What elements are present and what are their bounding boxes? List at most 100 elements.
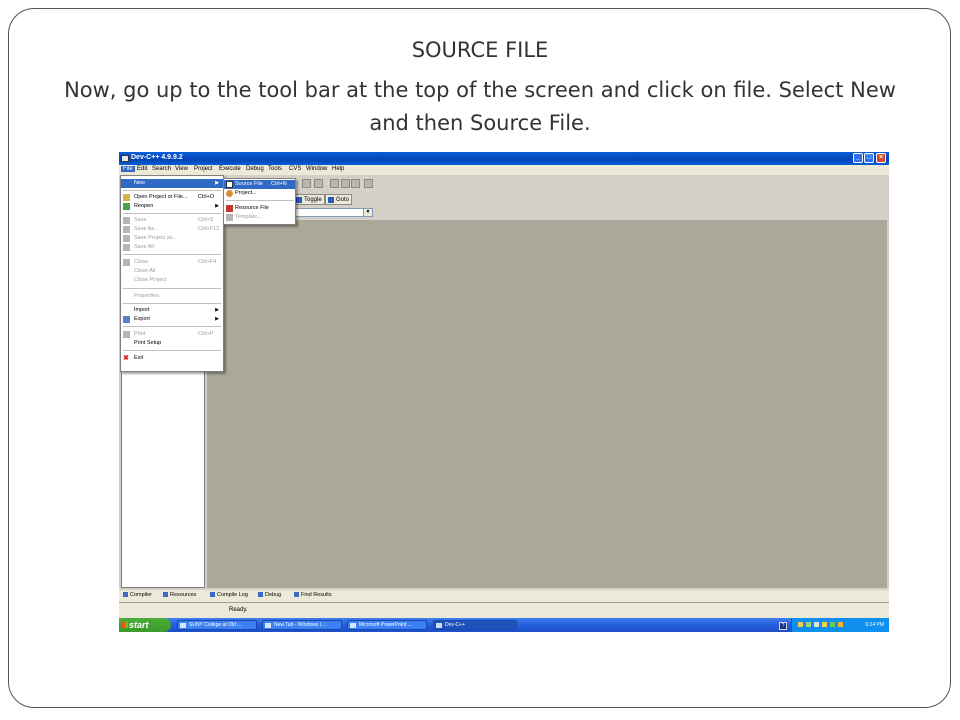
menu-edit[interactable]: Edit [137,166,147,172]
save-as-icon [123,226,130,233]
menu-item-close-all[interactable]: Close All [121,267,223,276]
menu-separator [123,288,221,289]
tab-compiler[interactable]: Compiler [123,592,152,598]
close-file-icon [123,259,130,266]
menu-item-export[interactable]: Export ▶ [121,315,223,324]
menu-item-save[interactable]: Save Ctrl+S [121,216,223,225]
menu-item-print[interactable]: Print Ctrl+P [121,330,223,339]
system-tray: 6:24 PM [791,618,889,632]
toolbar-icon-5[interactable] [351,179,360,188]
start-button[interactable]: start [119,618,171,632]
toolbar-icon-6[interactable] [364,179,373,188]
tray-icon-5[interactable] [830,622,835,627]
menu-separator [123,213,221,214]
template-icon [226,214,233,221]
help-icon[interactable]: ? [779,622,787,630]
menu-file[interactable]: File [121,166,135,172]
menu-item-close[interactable]: Close Ctrl+F4 [121,258,223,267]
menu-view[interactable]: View [175,166,188,172]
submenu-arrow-icon: ▶ [215,307,219,313]
resource-file-icon [226,205,233,212]
slide-body: Now, go up to the tool bar at the top of… [64,78,896,135]
submenu-item-source-file[interactable]: Source File Ctrl+N [224,180,295,189]
reopen-arrow-icon [123,203,130,210]
menu-execute[interactable]: Execute [219,166,241,172]
menu-item-print-setup[interactable]: Print Setup [121,339,223,348]
tray-icon-1[interactable] [798,622,803,627]
menu-separator [226,200,294,201]
chevron-down-icon[interactable]: ▼ [363,209,372,216]
compiler-icon [123,592,128,598]
devcpp-task-icon [436,623,442,628]
goto-button[interactable]: Goto [325,194,353,205]
devcpp-screenshot: Dev-C++ 4.9.9.2 _ □ × File Edit Search V… [119,152,889,632]
tray-icon-6[interactable] [838,622,843,627]
devcpp-app-icon [121,155,129,162]
tray-icon-3[interactable] [814,622,819,627]
goto-icon [328,197,334,203]
menu-item-new[interactable]: New ▶ [121,179,223,188]
print-icon [123,331,130,338]
submenu-arrow-icon: ▶ [215,180,219,186]
menubar: File Edit Search View Project Execute De… [119,165,889,175]
tab-resources[interactable]: Resources [163,592,196,598]
submenu-item-template[interactable]: Template... [224,213,295,222]
menu-separator [123,254,221,255]
toggle-icon [296,197,302,203]
task-new-tab[interactable]: New Tab - Windows I... [262,620,342,630]
close-button[interactable]: × [876,153,886,163]
menu-search[interactable]: Search [152,166,171,172]
debug-check-icon [258,592,263,598]
window-titlebar: Dev-C++ 4.9.9.2 _ □ × [119,152,889,165]
submenu-item-resource-file[interactable]: Resource File [224,204,295,213]
tab-find-results[interactable]: Find Results [294,592,332,598]
maximize-button[interactable]: □ [864,153,874,163]
menu-item-import[interactable]: Import ▶ [121,306,223,315]
menu-debug[interactable]: Debug [246,166,264,172]
task-powerpoint[interactable]: Microsoft PowerPoint ... [347,620,427,630]
submenu-item-project[interactable]: Project... [224,189,295,198]
browser-icon [180,623,186,628]
menu-item-close-project[interactable]: Close Project [121,276,223,285]
menu-cvs[interactable]: CVS [289,166,301,172]
source-file-icon [226,181,233,188]
tray-icon-4[interactable] [822,622,827,627]
menu-separator [123,350,221,351]
toggle-button[interactable]: Toggle [293,194,325,205]
menu-window[interactable]: Window [306,166,327,172]
minimize-button[interactable]: _ [853,153,863,163]
menu-project[interactable]: Project [194,166,213,172]
menu-item-save-all[interactable]: Save All [121,243,223,252]
menu-help[interactable]: Help [332,166,344,172]
menu-separator [123,326,221,327]
export-icon [123,316,130,323]
menu-separator [123,190,221,191]
toolbar-icon-4[interactable] [341,179,350,188]
save-icon [123,217,130,224]
clock: 6:24 PM [865,622,884,628]
tab-compile-log[interactable]: Compile Log [210,592,248,598]
menu-item-save-project-as[interactable]: Save Project as... [121,234,223,243]
editor-area[interactable] [207,220,887,588]
exit-x-icon: ✖ [123,355,129,362]
menu-item-save-as[interactable]: Save As... Ctrl+F12 [121,225,223,234]
menu-item-properties[interactable]: Properties [121,292,223,301]
task-devcpp[interactable]: Dev-C++ [433,620,517,630]
menu-item-reopen[interactable]: Reopen ▶ [121,202,223,211]
save-all-icon [123,244,130,251]
menu-item-open[interactable]: Open Project or File... Ctrl+O [121,193,223,202]
tray-icon-2[interactable] [806,622,811,627]
tab-debug[interactable]: Debug [258,592,281,598]
new-submenu: Source File Ctrl+N Project... Resource Fi… [223,178,296,225]
submenu-arrow-icon: ▶ [215,203,219,209]
toolbar-icon-3[interactable] [330,179,339,188]
taskbar: start SUNY College at Old ... New Tab - … [119,618,889,632]
browser-icon [265,623,271,628]
task-suny-browser[interactable]: SUNY College at Old ... [177,620,257,630]
toolbar-icon-2[interactable] [314,179,323,188]
find-results-icon [294,592,299,598]
toolbar-icon-1[interactable] [302,179,311,188]
menu-tools[interactable]: Tools [268,166,282,172]
open-folder-icon [123,194,130,201]
menu-item-exit[interactable]: ✖ Exit [121,354,223,363]
